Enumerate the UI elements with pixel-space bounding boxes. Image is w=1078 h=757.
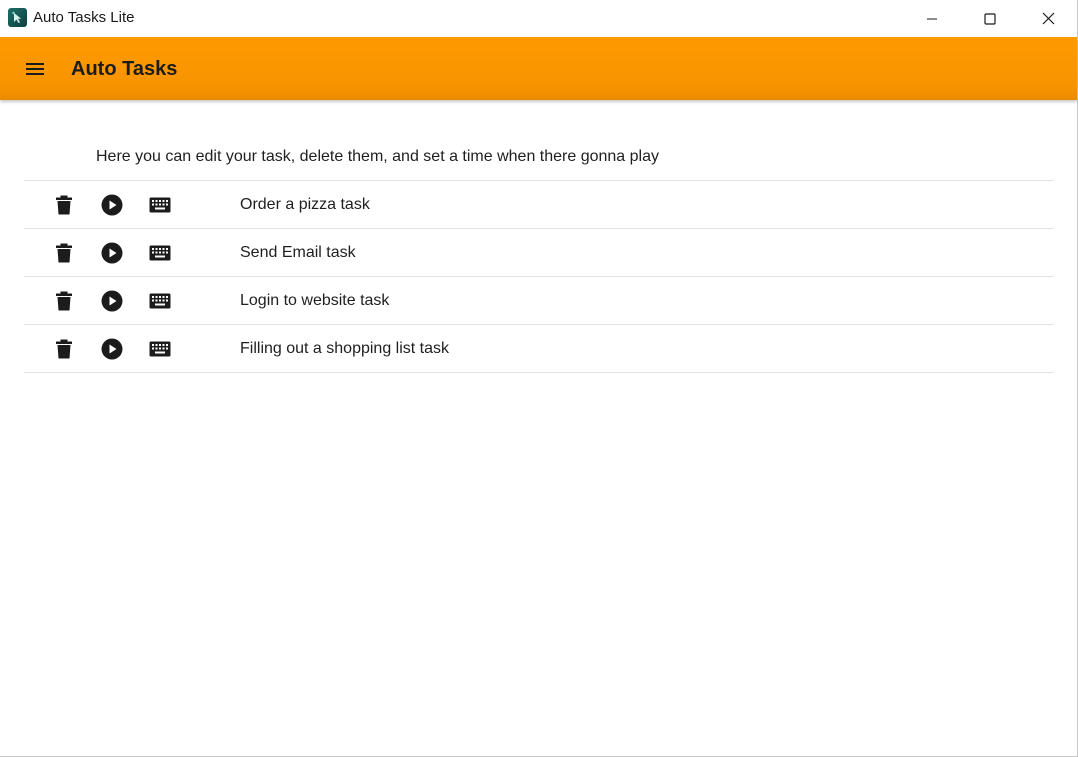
keyboard-icon xyxy=(149,293,171,309)
maximize-button[interactable] xyxy=(961,0,1019,37)
trash-icon xyxy=(56,195,72,215)
app-icon xyxy=(8,8,27,27)
cursor-icon xyxy=(12,11,22,23)
minimize-icon xyxy=(927,18,937,19)
trash-icon xyxy=(56,243,72,263)
play-task-button[interactable] xyxy=(98,287,126,315)
menu-button[interactable] xyxy=(22,56,48,82)
delete-task-button[interactable] xyxy=(50,287,78,315)
title-bar[interactable]: Auto Tasks Lite xyxy=(0,0,1077,37)
page-description: Here you can edit your task, delete them… xyxy=(96,148,659,165)
trash-icon xyxy=(56,291,72,311)
task-row[interactable]: Send Email task xyxy=(24,228,1054,276)
play-task-button[interactable] xyxy=(98,239,126,267)
task-row[interactable]: Login to website task xyxy=(24,276,1054,324)
close-icon xyxy=(1042,12,1054,25)
task-list: Order a pizza task Send Email task Login… xyxy=(24,180,1054,373)
app-window: Auto Tasks Lite Auto Tasks Here you can … xyxy=(0,0,1078,757)
task-name: Filling out a shopping list task xyxy=(240,340,449,357)
delete-task-button[interactable] xyxy=(50,239,78,267)
edit-task-keyboard-button[interactable] xyxy=(146,191,174,219)
task-name: Send Email task xyxy=(240,244,356,261)
delete-task-button[interactable] xyxy=(50,335,78,363)
play-icon xyxy=(101,338,123,360)
keyboard-icon xyxy=(149,245,171,261)
play-icon xyxy=(101,290,123,312)
minimize-button[interactable] xyxy=(903,0,961,37)
trash-icon xyxy=(56,339,72,359)
task-row[interactable]: Order a pizza task xyxy=(24,180,1054,228)
app-bar: Auto Tasks xyxy=(0,37,1077,100)
keyboard-icon xyxy=(149,341,171,357)
edit-task-keyboard-button[interactable] xyxy=(146,287,174,315)
delete-task-button[interactable] xyxy=(50,191,78,219)
hamburger-menu-icon xyxy=(26,63,44,75)
task-name: Order a pizza task xyxy=(240,196,370,213)
play-icon xyxy=(101,242,123,264)
maximize-icon xyxy=(984,12,996,25)
edit-task-keyboard-button[interactable] xyxy=(146,335,174,363)
edit-task-keyboard-button[interactable] xyxy=(146,239,174,267)
window-title: Auto Tasks Lite xyxy=(33,9,135,26)
task-row[interactable]: Filling out a shopping list task xyxy=(24,324,1054,373)
play-task-button[interactable] xyxy=(98,191,126,219)
close-button[interactable] xyxy=(1019,0,1077,37)
app-bar-title: Auto Tasks xyxy=(71,58,178,80)
keyboard-icon xyxy=(149,197,171,213)
play-icon xyxy=(101,194,123,216)
play-task-button[interactable] xyxy=(98,335,126,363)
task-name: Login to website task xyxy=(240,292,390,309)
